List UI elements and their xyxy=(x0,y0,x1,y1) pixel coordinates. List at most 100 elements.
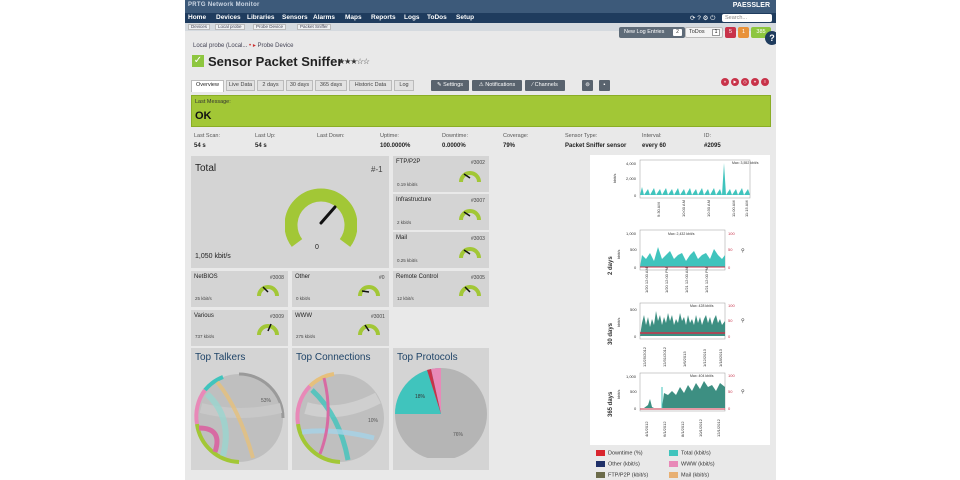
stat-label: Coverage: xyxy=(503,133,529,139)
channels-button[interactable]: ⁄ Channels xyxy=(525,80,565,91)
list-icon[interactable]: ≡ xyxy=(761,78,769,86)
graph-3-label: 30 days xyxy=(608,322,614,345)
channel-name: Mail xyxy=(396,235,408,241)
legend-downtime: Downtime (%) xyxy=(596,450,643,457)
clock-icon[interactable]: ◷ xyxy=(741,78,749,86)
channel-various[interactable]: Various #3009 737 kbit/s xyxy=(191,310,288,346)
legend-total: Total (kbit/s) xyxy=(669,450,711,457)
channel-value: 0 kbit/s xyxy=(296,296,311,301)
pause-icon[interactable]: ⏸ xyxy=(721,78,729,86)
channel-value: 737 kbit/s xyxy=(195,334,215,339)
channel-gauge-icon xyxy=(459,171,481,183)
notifications-label: Notifications xyxy=(485,82,516,88)
tab-log[interactable]: Log xyxy=(394,80,414,91)
channel-netbios[interactable]: NetBIOS #3008 25 kbit/s xyxy=(191,271,288,307)
graph-2-xtick-2: 1/21 12:00 AM xyxy=(684,267,689,293)
priority-stars[interactable]: ★★★☆☆ xyxy=(338,57,370,66)
graph-1-ytick-0: 4,000 xyxy=(626,161,637,166)
probe-link[interactable]: Local probe (Local... xyxy=(193,43,247,49)
top-talkers-panel[interactable]: Top Talkers 53% xyxy=(191,348,288,470)
stat-interval: Interval: every 60 xyxy=(642,133,666,149)
graph-3-rytick-1: 50 xyxy=(728,318,733,323)
channel-infrastructure[interactable]: Infrastructure #3007 2 kbit/s xyxy=(393,194,489,230)
svg-text:76%: 76% xyxy=(453,432,464,438)
tab-30-days[interactable]: 30 days xyxy=(286,80,313,91)
menu-maps[interactable]: Maps xyxy=(345,14,362,21)
notifications-button[interactable]: ⚠ Notifications xyxy=(472,80,522,91)
log-label: New Log Entries xyxy=(624,29,665,35)
menu-sensors[interactable]: Sensors xyxy=(282,14,308,21)
stat-value: 0.0000% xyxy=(442,143,466,149)
play-icon[interactable]: ▶ xyxy=(731,78,739,86)
channel-other[interactable]: Other #0 0 kbit/s xyxy=(292,271,389,307)
help-icon[interactable]: ? xyxy=(765,31,776,45)
search-input[interactable]: Search... xyxy=(722,14,772,22)
channel-www[interactable]: WWW #3001 275 kbit/s xyxy=(292,310,389,346)
menu-logs[interactable]: Logs xyxy=(404,14,420,21)
channel-value: 25 kbit/s xyxy=(195,296,212,301)
channel-value: 0.19 kbit/s xyxy=(397,182,418,187)
tab-live-data[interactable]: Live Data xyxy=(226,80,255,91)
menu-reports[interactable]: Reports xyxy=(371,14,396,21)
prtg-window: PRTG Network Monitor PAESSLER Home Devic… xyxy=(185,0,776,480)
graph-3-rytick-2: 0 xyxy=(728,334,731,339)
alarm-badge-orange[interactable]: 1 xyxy=(738,27,749,38)
graph-2-rytick-0: 100 xyxy=(728,231,735,236)
menu-libraries[interactable]: Libraries xyxy=(247,14,274,21)
channel-gauge-icon xyxy=(257,323,279,336)
settings-button[interactable]: ✎ Settings xyxy=(431,80,469,91)
menu-todos[interactable]: ToDos xyxy=(427,14,447,21)
tab-2-days[interactable]: 2 days xyxy=(257,80,284,91)
channel-value: 12 kbit/s xyxy=(397,296,414,301)
graph-1-xtick-1: 10:00 AM xyxy=(681,200,686,217)
graph-1-ylabel: kbit/s xyxy=(612,174,617,183)
graph-4-max: Max: 404 kbit/s xyxy=(690,374,714,378)
top-connections-panel[interactable]: Top Connections 10% xyxy=(292,348,389,470)
channel-mail[interactable]: Mail #3003 0.25 kbit/s xyxy=(393,232,489,268)
menu-home[interactable]: Home xyxy=(188,14,206,21)
graph-4-link-icon[interactable]: ⚲ xyxy=(741,389,745,395)
log-count-badge: 2 xyxy=(673,29,682,36)
menu-setup[interactable]: Setup xyxy=(456,14,474,21)
link-icon[interactable]: ⌖ xyxy=(751,78,759,86)
channel-name: Remote Control xyxy=(396,274,439,280)
alarm-badge-red[interactable]: 5 xyxy=(725,27,736,38)
legend-ftp-p2p: FTP/P2P (kbit/s) xyxy=(596,472,648,479)
tab-overview[interactable]: Overview xyxy=(191,80,224,92)
graph-30-days: Max: 428 kbit/s 500 0 100 50 0 30 days k… xyxy=(608,302,745,367)
channel-gauge-icon xyxy=(459,285,481,297)
channel-remote-control[interactable]: Remote Control #3005 12 kbit/s xyxy=(393,271,489,307)
crumb-device[interactable]: Probe Device xyxy=(253,24,287,30)
legend-unit: (kbit/s) xyxy=(698,461,715,468)
tab-historic-data[interactable]: Historic Data xyxy=(349,80,392,91)
live-graph: Max: 3,552 kbit/s 4,000 2,000 0 kbit/s 9… xyxy=(612,159,759,217)
paessler-logo: PAESSLER xyxy=(732,2,770,9)
todos-label: ToDos xyxy=(689,29,705,35)
top-bar: PRTG Network Monitor PAESSLER xyxy=(185,0,776,13)
menu-devices[interactable]: Devices xyxy=(216,14,241,21)
graph-2-link-icon[interactable]: ⚲ xyxy=(741,248,745,254)
stat-label: Last Down: xyxy=(317,133,345,139)
top-protocols-panel[interactable]: Top Protocols 18% 76% xyxy=(393,348,489,470)
graph-2-label: 2 days xyxy=(608,256,614,275)
total-gauge-panel[interactable]: Total #-1 0 1,050 kbit/s xyxy=(191,156,389,268)
delete-icon[interactable]: ▪ xyxy=(599,80,610,91)
graph-3-xtick-2: 1/6/2013 xyxy=(682,351,687,367)
crumb-sensor[interactable]: Packet Sniffer xyxy=(297,24,331,30)
total-value: 1,050 kbit/s xyxy=(195,253,231,260)
tab-365-days[interactable]: 365 days xyxy=(315,80,347,91)
svg-text:18%: 18% xyxy=(415,394,426,400)
channel-value: 2 kbit/s xyxy=(397,220,412,225)
channel-ftp-p2p[interactable]: FTP/P2P #3002 0.19 kbit/s xyxy=(393,156,489,192)
toolbar-icons[interactable]: ⟳ ? ⚙ ⏻ xyxy=(690,14,715,23)
channel-gauge-icon xyxy=(358,324,380,336)
graph-3-link-icon[interactable]: ⚲ xyxy=(741,318,745,324)
device-link[interactable]: Probe Device xyxy=(258,43,294,49)
legend-swatch xyxy=(596,472,605,478)
crumb-devices[interactable]: Devices xyxy=(188,24,211,30)
top-protocols-pie-chart: 18% 76% xyxy=(395,368,487,458)
crumb-probe[interactable]: Local probe xyxy=(215,24,245,30)
last-message-banner: Last Message: OK xyxy=(191,95,771,127)
menu-alarms[interactable]: Alarms xyxy=(313,14,335,21)
refresh-icon[interactable]: ⊚ xyxy=(582,80,593,91)
